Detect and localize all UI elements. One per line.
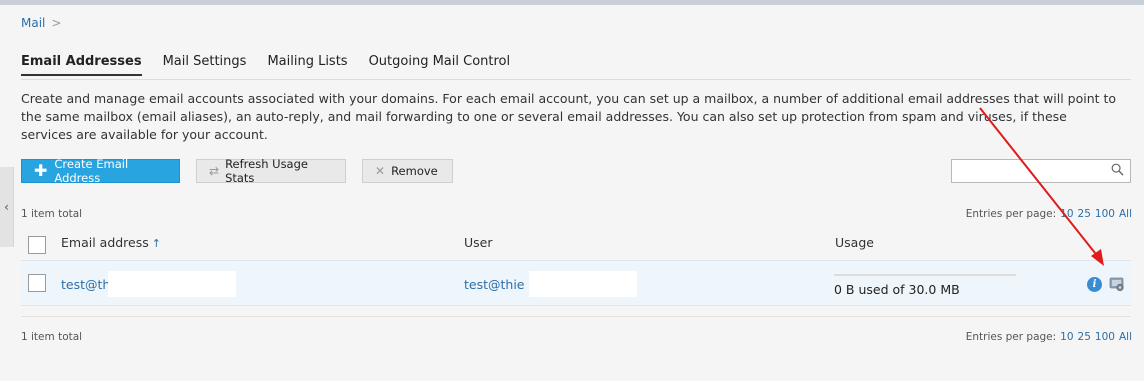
page-size-all-bottom[interactable]: All xyxy=(1119,331,1132,343)
page-size-all[interactable]: All xyxy=(1119,208,1132,220)
info-icon[interactable]: i xyxy=(1087,277,1102,292)
refresh-usage-stats-button[interactable]: ⇄ Refresh Usage Stats xyxy=(196,157,346,185)
row-checkbox[interactable] xyxy=(28,274,46,292)
refresh-icon: ⇄ xyxy=(209,164,220,178)
plus-icon: ✚ xyxy=(34,161,48,180)
usage-bar xyxy=(834,274,1016,276)
email-address-link[interactable]: test@th xyxy=(61,277,110,292)
sidebar-collapse-handle[interactable]: ‹ xyxy=(0,167,14,247)
search-icon[interactable] xyxy=(1111,163,1124,176)
tab-outgoing-mail-control[interactable]: Outgoing Mail Control xyxy=(369,54,511,76)
select-all-checkbox[interactable] xyxy=(28,236,46,254)
tab-mailing-lists[interactable]: Mailing Lists xyxy=(267,54,347,76)
breadcrumb: Mail > xyxy=(21,16,61,30)
sort-ascending-icon: ↑ xyxy=(151,237,161,250)
x-icon: ✕ xyxy=(375,164,386,178)
tab-email-addresses[interactable]: Email Addresses xyxy=(21,54,142,76)
remove-button[interactable]: ✕ Remove xyxy=(362,159,453,183)
page-size-25-bottom[interactable]: 25 xyxy=(1078,331,1091,343)
page-size-10[interactable]: 10 xyxy=(1060,208,1073,220)
page-size-25[interactable]: 25 xyxy=(1078,208,1091,220)
entries-per-page-bottom: Entries per page: 10 25 100 All xyxy=(966,331,1132,343)
create-email-address-label: Create Email Address xyxy=(54,157,129,185)
tab-mail-settings[interactable]: Mail Settings xyxy=(163,54,247,76)
column-email-address-label: Email address xyxy=(61,235,149,250)
table-header: Email address ↑ User Usage xyxy=(21,228,1131,260)
create-email-address-button[interactable]: ✚ Create Email Address xyxy=(21,157,180,185)
entries-per-page-label-bottom: Entries per page: xyxy=(965,331,1057,343)
page-description: Create and manage email accounts associa… xyxy=(21,91,1117,142)
entries-per-page-label: Entries per page: xyxy=(965,208,1057,220)
column-usage: Usage xyxy=(835,235,874,250)
page-size-10-bottom[interactable]: 10 xyxy=(1060,331,1073,343)
breadcrumb-separator-icon: > xyxy=(51,16,62,30)
chevron-left-icon: ‹ xyxy=(4,200,9,214)
refresh-usage-stats-label: Refresh Usage Stats xyxy=(225,157,308,185)
redacted-user-block xyxy=(529,271,637,297)
table-footer-divider xyxy=(21,316,1131,317)
entries-per-page-top: Entries per page: 10 25 100 All xyxy=(966,208,1132,220)
column-email-address[interactable]: Email address ↑ xyxy=(61,235,161,250)
breadcrumb-mail-link[interactable]: Mail xyxy=(21,16,45,30)
usage-text: 0 B used of 30.0 MB xyxy=(834,282,960,297)
user-link[interactable]: test@thie xyxy=(464,277,525,292)
items-total-top: 1 item total xyxy=(21,208,83,220)
page-size-100-bottom[interactable]: 100 xyxy=(1095,331,1115,343)
gear-icon[interactable] xyxy=(1109,276,1125,292)
redacted-email-block xyxy=(108,271,236,297)
tab-bar: Email Addresses Mail Settings Mailing Li… xyxy=(21,54,531,76)
remove-label: Remove xyxy=(391,164,438,178)
table-row: test@th test@thie 0 B used of 30.0 MB i xyxy=(21,260,1131,306)
toolbar: ✚ Create Email Address ⇄ Refresh Usage S… xyxy=(21,157,453,185)
tabs-underline xyxy=(21,79,1131,80)
column-user: User xyxy=(464,235,493,250)
search-input[interactable] xyxy=(951,159,1131,183)
items-total-bottom: 1 item total xyxy=(21,331,83,343)
page-size-100[interactable]: 100 xyxy=(1095,208,1115,220)
